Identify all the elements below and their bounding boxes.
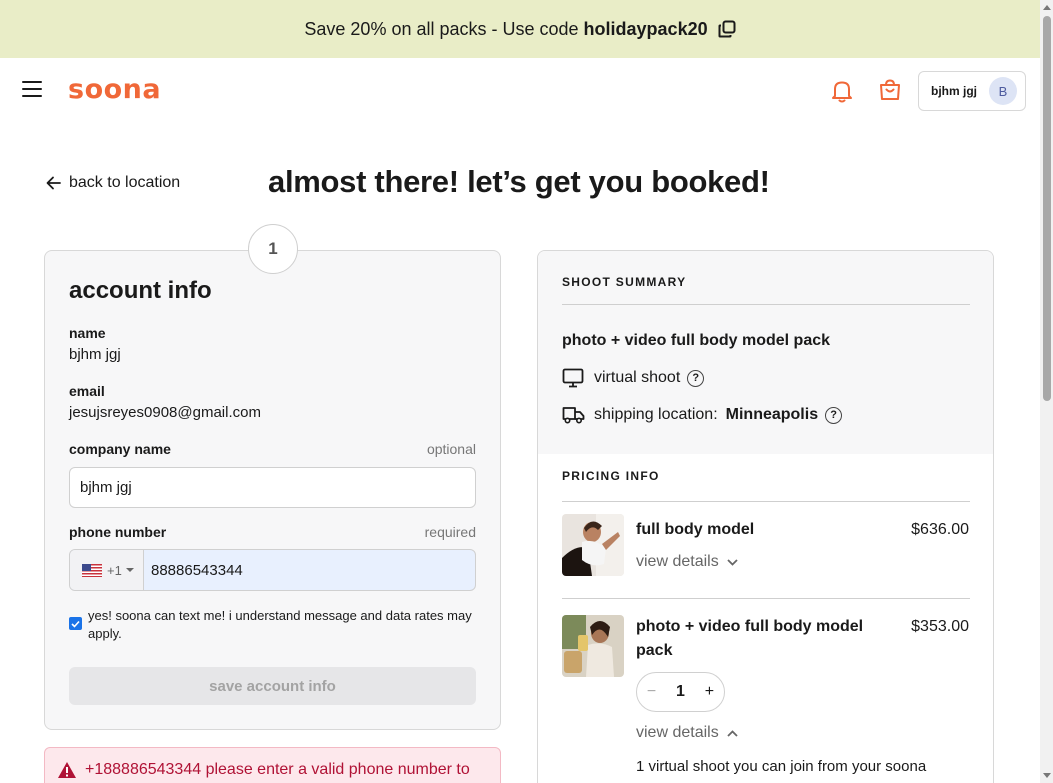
- view-details-toggle[interactable]: view details: [636, 553, 738, 571]
- model-pack-thumbnail: [562, 615, 624, 677]
- increment-button[interactable]: +: [705, 683, 714, 701]
- phone-error-alert: +188886543344 please enter a valid phone…: [44, 747, 501, 783]
- quantity-value: 1: [676, 683, 685, 700]
- shoot-summary-heading: SHOOT SUMMARY: [562, 275, 687, 289]
- quantity-stepper: − 1 +: [636, 672, 725, 712]
- pricing-item-name: photo + video full body model pack: [636, 618, 864, 659]
- divider: [562, 304, 970, 305]
- truck-icon: [562, 406, 586, 424]
- phone-required-hint: required: [424, 524, 476, 540]
- sms-consent: yes! soona can text me! i understand mes…: [69, 607, 479, 643]
- monitor-icon: [562, 368, 586, 388]
- view-details-label: view details: [636, 724, 719, 741]
- scroll-down-arrow[interactable]: [1043, 773, 1051, 778]
- shoot-type: virtual shoot: [594, 369, 681, 386]
- company-name-input[interactable]: bjhm jgj: [69, 467, 476, 508]
- chevron-down-icon: [727, 558, 738, 566]
- promo-text: Save 20% on all packs - Use code: [304, 18, 579, 39]
- phone-number-label: phone number: [69, 524, 167, 540]
- company-name-label: company name: [69, 441, 171, 457]
- top-header: soona bjhm jgj B: [0, 58, 1040, 122]
- phone-number-input[interactable]: 88886543344: [144, 550, 243, 590]
- avatar: B: [989, 77, 1017, 105]
- chevron-up-icon: [727, 729, 738, 737]
- step-number: 1: [248, 224, 298, 274]
- name-value: bjhm jgj: [69, 346, 121, 363]
- promo-banner: Save 20% on all packs - Use code holiday…: [0, 0, 1040, 58]
- shoot-summary-card: SHOOT SUMMARY photo + video full body mo…: [537, 250, 994, 783]
- help-icon[interactable]: ?: [687, 369, 705, 387]
- hamburger-icon[interactable]: [22, 81, 42, 99]
- sms-consent-text: yes! soona can text me! i understand mes…: [88, 608, 472, 641]
- company-optional-hint: optional: [426, 441, 476, 457]
- email-label: email: [69, 383, 105, 399]
- help-icon[interactable]: ?: [825, 406, 843, 424]
- phone-error-text: +188886543344 please enter a valid phone…: [85, 761, 470, 778]
- warning-icon: [58, 762, 76, 778]
- divider: [562, 598, 970, 599]
- sms-consent-checkbox[interactable]: [69, 617, 82, 630]
- user-menu-button[interactable]: bjhm jgj B: [918, 71, 1026, 111]
- shoot-type-row: virtual shoot ?: [562, 368, 705, 388]
- chevron-down-icon: [125, 568, 134, 572]
- user-name: bjhm jgj: [931, 84, 977, 98]
- email-value: jesujsreyes0908@gmail.com: [69, 404, 261, 421]
- divider: [562, 501, 970, 502]
- promo-code: holidaypack20: [583, 18, 708, 39]
- scroll-up-arrow[interactable]: [1043, 5, 1051, 10]
- back-to-location-link[interactable]: back to location: [46, 174, 180, 192]
- pricing-item-price: $636.00: [911, 521, 969, 538]
- us-flag-icon: [82, 563, 102, 577]
- pricing-item-price: $353.00: [911, 618, 969, 635]
- save-account-info-button[interactable]: save account info: [69, 667, 476, 705]
- shipping-label: shipping location:: [594, 406, 718, 423]
- pack-description: 1 virtual shoot you can join from your s…: [636, 758, 927, 775]
- back-label: back to location: [69, 174, 181, 191]
- page-scrollbar[interactable]: [1040, 0, 1053, 783]
- pack-name: photo + video full body model pack: [562, 332, 831, 349]
- logo[interactable]: soona: [68, 74, 161, 105]
- name-label: name: [69, 325, 106, 341]
- shopping-bag-icon[interactable]: [878, 78, 902, 107]
- page-title: almost there! let’s get you booked!: [268, 164, 770, 199]
- view-details-toggle[interactable]: view details: [636, 724, 738, 742]
- view-details-label: view details: [636, 553, 719, 570]
- pricing-item-name: full body model: [636, 521, 755, 538]
- phone-number-field: +1 88886543344: [69, 549, 476, 591]
- country-code-select[interactable]: +1: [70, 550, 144, 590]
- copy-icon[interactable]: [718, 20, 736, 38]
- account-info-card: account info name bjhm jgj email jesujsr…: [44, 250, 501, 730]
- shipping-city: Minneapolis: [725, 406, 819, 423]
- shipping-location-row: shipping location: Minneapolis ?: [562, 406, 843, 424]
- account-info-title: account info: [69, 277, 212, 304]
- bell-icon[interactable]: [831, 79, 853, 108]
- full-body-model-thumbnail: [562, 514, 624, 576]
- decrement-button[interactable]: −: [647, 683, 656, 701]
- country-code: +1: [107, 562, 122, 578]
- arrow-left-icon: [46, 176, 61, 190]
- pricing-info-heading: PRICING INFO: [562, 469, 660, 483]
- scrollbar-thumb[interactable]: [1043, 16, 1051, 401]
